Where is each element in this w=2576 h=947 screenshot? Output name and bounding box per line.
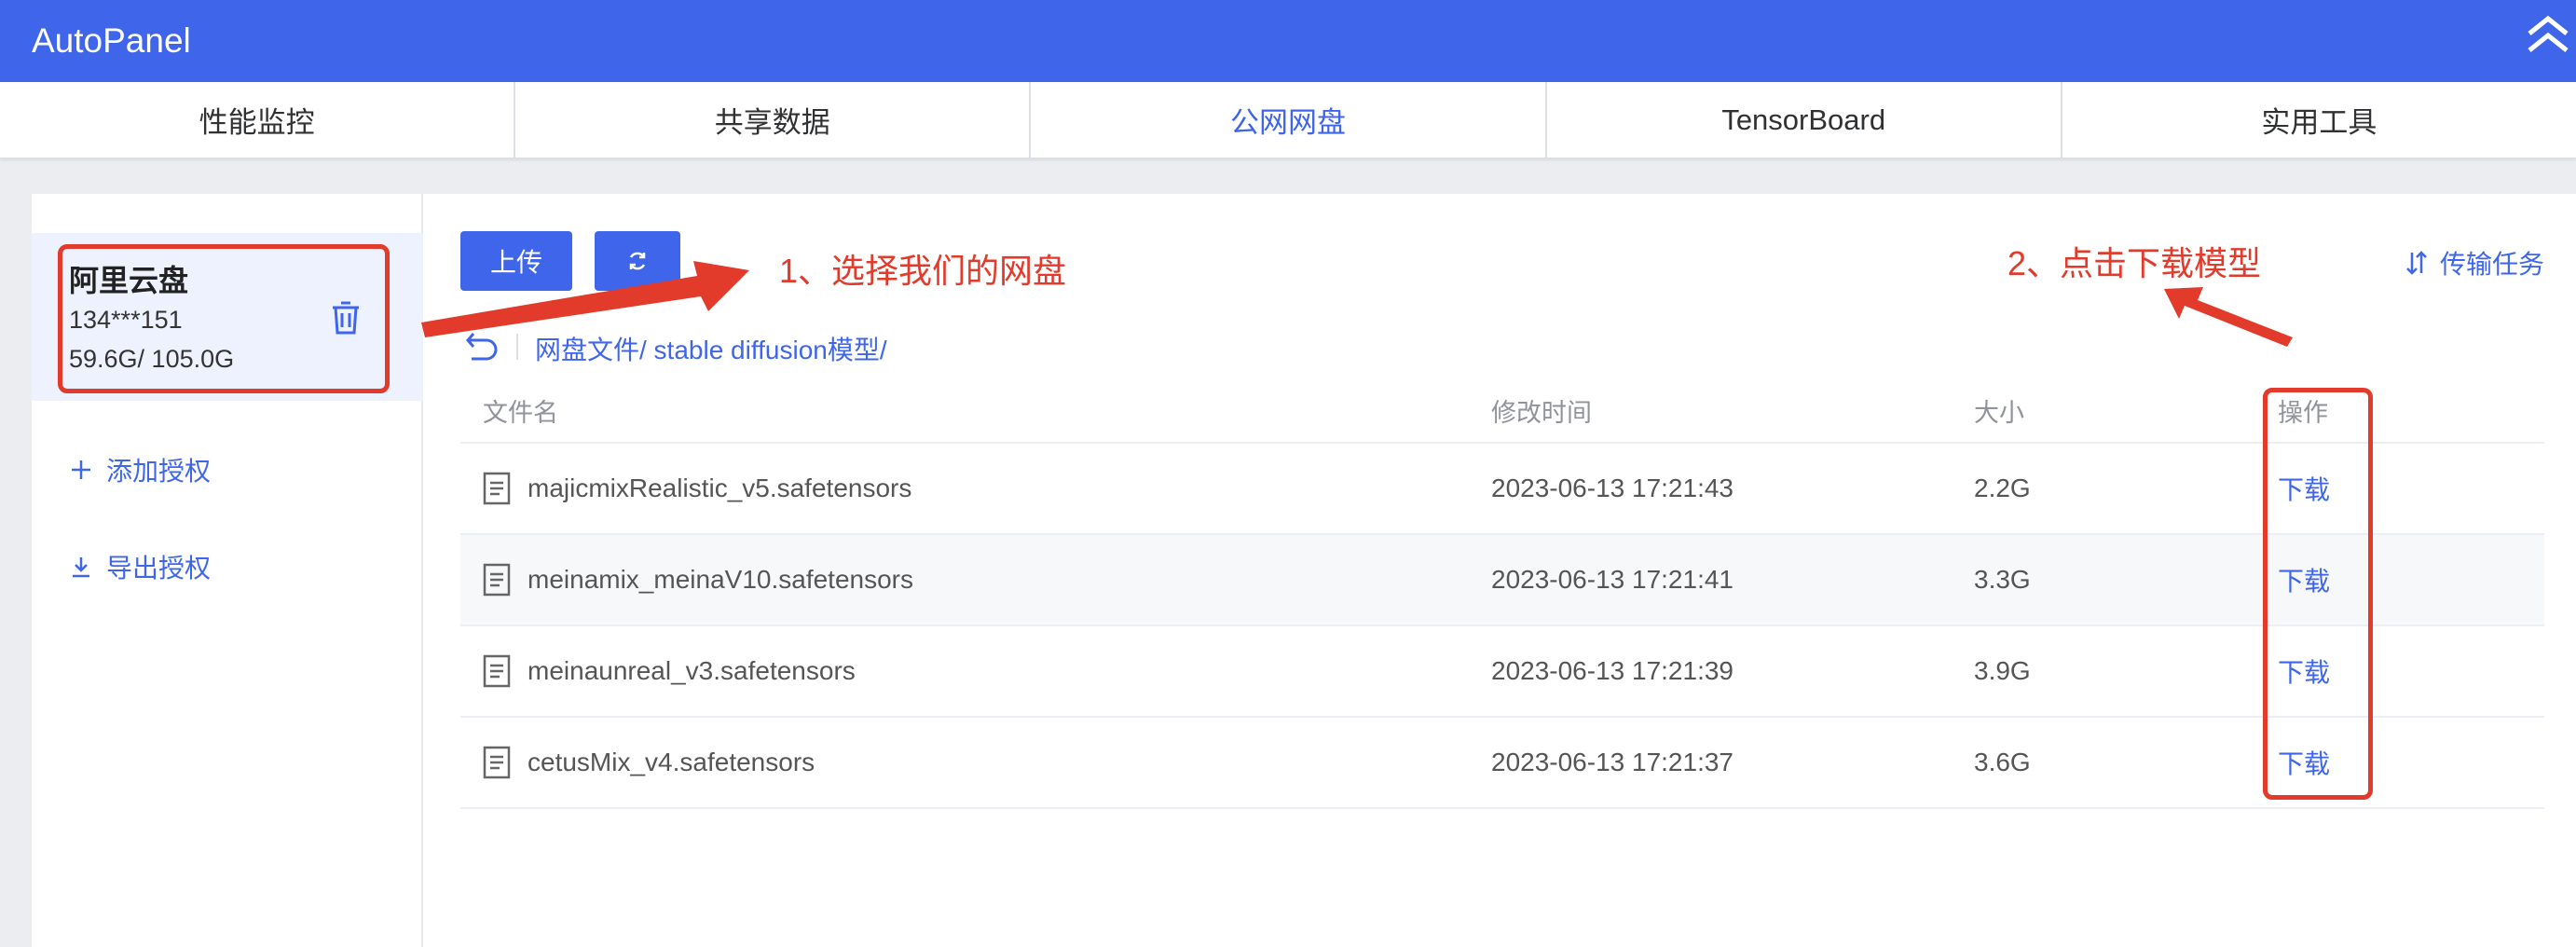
- file-size: 3.9G: [1974, 656, 2031, 685]
- file-size: 3.6G: [1974, 748, 2031, 776]
- file-name: cetusMix_v4.safetensors: [528, 748, 815, 776]
- export-auth-label: 导出授权: [106, 554, 212, 583]
- file-table: 文件名 修改时间 大小 操作 majicmixRealistic_v5.safe…: [460, 378, 2544, 809]
- upload-button[interactable]: 上传: [460, 231, 572, 291]
- download-link[interactable]: 下载: [2278, 567, 2330, 596]
- file-icon: [483, 654, 511, 688]
- table-header: 文件名 修改时间 大小 操作: [460, 378, 2544, 444]
- download-link[interactable]: 下载: [2278, 749, 2330, 778]
- header-name: 文件名: [483, 398, 558, 427]
- refresh-icon: [629, 252, 646, 270]
- plus-icon: [72, 460, 90, 479]
- annotation-step1: 1、选择我们的网盘: [779, 252, 1067, 290]
- account-usage: 59.6G/ 105.0G: [69, 345, 235, 373]
- download-link[interactable]: 下载: [2278, 475, 2330, 504]
- add-auth-link[interactable]: 添加授权: [69, 451, 211, 488]
- tab-performance[interactable]: 性能监控: [0, 82, 516, 158]
- file-time: 2023-06-13 17:21:41: [1491, 565, 1733, 594]
- file-time: 2023-06-13 17:21:39: [1491, 656, 1733, 685]
- account-name: 阿里云盘: [69, 264, 189, 297]
- transfer-tasks-label: 传输任务: [2439, 250, 2544, 279]
- header-op: 操作: [2278, 398, 2328, 427]
- add-auth-label: 添加授权: [106, 457, 212, 486]
- trash-icon[interactable]: [328, 300, 363, 336]
- breadcrumb-divider: [516, 334, 518, 360]
- file-name: majicmixRealistic_v5.safetensors: [528, 474, 912, 502]
- sidebar: 阿里云盘 134***151 59.6G/ 105.0G 添加授权 导出授权: [32, 194, 423, 947]
- file-size: 3.3G: [1974, 565, 2031, 594]
- file-time: 2023-06-13 17:21:37: [1491, 748, 1733, 776]
- collapse-chevron-icon[interactable]: [2520, 13, 2576, 60]
- transfer-icon: [2406, 251, 2427, 275]
- tab-tensorboard[interactable]: TensorBoard: [1547, 82, 2062, 158]
- tab-tools[interactable]: 实用工具: [2062, 82, 2576, 158]
- file-name-cell: meinaunreal_v3.safetensors: [460, 654, 1491, 688]
- app-title: AutoPanel: [32, 21, 191, 60]
- file-icon: [483, 472, 511, 505]
- annotation-step2: 2、点击下载模型: [2007, 244, 2262, 282]
- table-row: meinamix_meinaV10.safetensors 2023-06-13…: [460, 535, 2544, 626]
- header-size: 大小: [1974, 398, 2024, 427]
- file-name-cell: meinamix_meinaV10.safetensors: [460, 563, 1491, 597]
- back-icon[interactable]: [464, 330, 501, 364]
- tab-public-netdisk[interactable]: 公网网盘: [1031, 82, 1547, 158]
- file-icon: [483, 563, 511, 597]
- app-header: AutoPanel: [0, 0, 2576, 82]
- main-panel: 阿里云盘 134***151 59.6G/ 105.0G 添加授权 导出授权 上…: [32, 194, 2576, 947]
- file-name-cell: cetusMix_v4.safetensors: [460, 746, 1491, 779]
- tab-bar: 性能监控 共享数据 公网网盘 TensorBoard 实用工具: [0, 82, 2576, 158]
- table-row: meinaunreal_v3.safetensors 2023-06-13 17…: [460, 626, 2544, 718]
- breadcrumb[interactable]: 网盘文件/ stable diffusion模型/: [535, 330, 887, 367]
- table-row: cetusMix_v4.safetensors 2023-06-13 17:21…: [460, 718, 2544, 809]
- download-link[interactable]: 下载: [2278, 658, 2330, 687]
- table-row: majicmixRealistic_v5.safetensors 2023-06…: [460, 444, 2544, 535]
- refresh-button[interactable]: [595, 231, 680, 291]
- export-auth-link[interactable]: 导出授权: [69, 548, 211, 585]
- file-name-cell: majicmixRealistic_v5.safetensors: [460, 472, 1491, 505]
- tab-shared-data[interactable]: 共享数据: [515, 82, 1032, 158]
- file-size: 2.2G: [1974, 474, 2031, 502]
- transfer-tasks-link[interactable]: 传输任务: [2405, 244, 2544, 281]
- file-icon: [483, 746, 511, 779]
- file-time: 2023-06-13 17:21:43: [1491, 474, 1733, 502]
- file-name: meinamix_meinaV10.safetensors: [528, 565, 913, 594]
- file-name: meinaunreal_v3.safetensors: [528, 656, 856, 685]
- download-icon: [73, 557, 89, 578]
- account-phone: 134***151: [69, 306, 183, 334]
- header-time: 修改时间: [1491, 398, 1592, 427]
